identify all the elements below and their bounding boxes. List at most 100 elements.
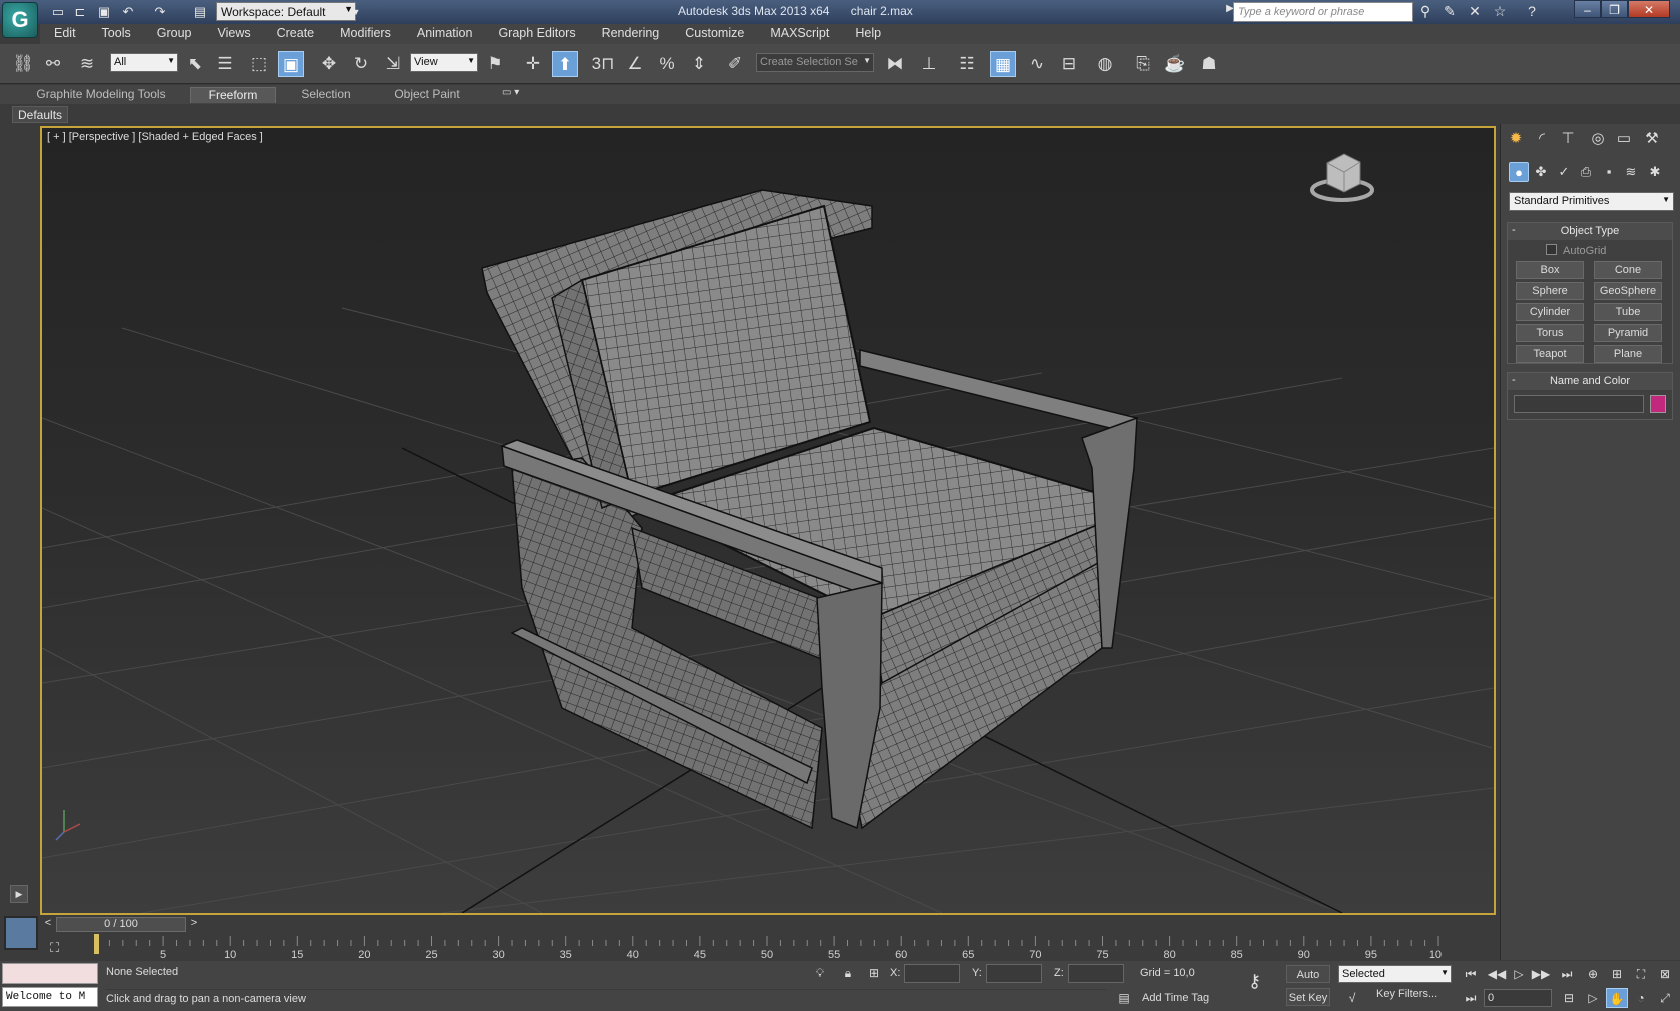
expand-arrow-icon[interactable]: ▶	[10, 885, 28, 903]
menu-modifiers[interactable]: Modifiers	[326, 24, 403, 44]
selection-lock-icon[interactable]: 🔒︎	[840, 966, 856, 982]
play-icon[interactable]: ▷	[1508, 964, 1530, 984]
curve-editor-icon[interactable]: ∿	[1024, 51, 1050, 77]
menu-tools[interactable]: Tools	[88, 24, 143, 44]
orbit-icon[interactable]: ◔	[1630, 988, 1652, 1008]
menu-group[interactable]: Group	[143, 24, 204, 44]
display-tab-icon[interactable]: ▭	[1613, 128, 1635, 150]
cameras-icon[interactable]: ⎙	[1576, 162, 1596, 182]
named-selection-set-dropdown[interactable]: Create Selection Se ▼	[756, 53, 874, 72]
go-to-start-icon[interactable]: ⏮	[1460, 964, 1482, 984]
select-and-rotate-icon[interactable]: ↻	[348, 51, 374, 77]
menu-views[interactable]: Views	[203, 24, 262, 44]
percent-snap-icon[interactable]: %	[654, 51, 680, 77]
defaults-panel-label[interactable]: Defaults	[12, 106, 69, 123]
object-type-header[interactable]: - Object Type	[1508, 223, 1672, 240]
select-by-name-icon[interactable]: ☰	[212, 51, 238, 77]
binoculars-icon[interactable]: ⚲	[1415, 3, 1435, 20]
hierarchy-tab-icon[interactable]: ⊤	[1557, 128, 1579, 150]
object-color-swatch[interactable]	[1650, 395, 1666, 413]
keyboard-shortcut-override-icon[interactable]: ⬆	[552, 51, 578, 77]
tube-button[interactable]: Tube	[1594, 303, 1662, 321]
select-and-move-icon[interactable]: ✥	[316, 51, 342, 77]
menu-maxscript[interactable]: MAXScript	[756, 24, 841, 44]
zoom-extents-icon[interactable]: ⛶	[1630, 964, 1652, 984]
pan-view-icon[interactable]: ✋	[1606, 988, 1628, 1008]
help-icon[interactable]: ?	[1522, 3, 1542, 19]
maxscript-output[interactable]: Welcome to M	[2, 987, 98, 1007]
open-file-icon[interactable]: ⊏	[70, 2, 90, 22]
menu-rendering[interactable]: Rendering	[588, 24, 672, 44]
redo-icon[interactable]: ↷	[150, 2, 170, 22]
maximize-viewport-icon[interactable]: ⤢	[1654, 988, 1676, 1008]
time-slider-thumb[interactable]: 0 / 100	[56, 917, 186, 932]
mini-listener-icon[interactable]	[4, 916, 38, 950]
material-editor-icon[interactable]: ◍	[1092, 51, 1118, 77]
name-and-color-header[interactable]: - Name and Color	[1508, 373, 1672, 390]
menu-graph-editors[interactable]: Graph Editors	[484, 24, 587, 44]
isolate-selection-icon[interactable]: 💡︎	[812, 966, 828, 982]
auto-key-button[interactable]: Auto Key	[1286, 965, 1330, 999]
current-frame-marker[interactable]	[94, 934, 99, 954]
subscription-icon[interactable]: ✎	[1440, 3, 1460, 20]
angle-snap-icon[interactable]: ∠	[622, 51, 648, 77]
set-keys-key-icon[interactable]: ⚷	[1248, 971, 1261, 992]
current-frame-field[interactable]: 0	[1484, 989, 1552, 1007]
shapes-icon[interactable]: ✤	[1531, 162, 1551, 182]
open-mini-curve-editor-icon[interactable]: ⛶	[50, 940, 70, 956]
absolute-mode-icon[interactable]: ⊞	[866, 966, 882, 982]
time-configuration-icon[interactable]: ⊟	[1558, 988, 1580, 1008]
ribbon-options-icon[interactable]: ▭ ▾	[502, 87, 519, 98]
undo-icon[interactable]: ↶	[118, 2, 138, 22]
key-mode-toggle-icon[interactable]: ⏭	[1460, 988, 1482, 1008]
torus-button[interactable]: Torus	[1516, 324, 1584, 342]
geometry-icon[interactable]: ●	[1509, 162, 1529, 182]
render-production-icon[interactable]: ☗	[1196, 51, 1222, 77]
rendered-frame-icon[interactable]: ☕	[1162, 51, 1188, 77]
tab-selection[interactable]: Selection	[290, 87, 362, 103]
edit-named-selection-icon[interactable]: ✐	[722, 51, 748, 77]
workspace-dropdown[interactable]: Workspace: Default ▼	[216, 2, 356, 21]
maxscript-mini-listener[interactable]	[2, 963, 98, 984]
perspective-viewport[interactable]: [ + ] [Perspective ] [Shaded + Edged Fac…	[40, 126, 1496, 915]
next-key-icon[interactable]: ▶▶	[1530, 964, 1552, 984]
geosphere-button[interactable]: GeoSphere	[1594, 282, 1662, 300]
select-and-scale-icon[interactable]: ⇲	[380, 51, 406, 77]
zoom-all-icon[interactable]: ⊞	[1606, 964, 1628, 984]
box-button[interactable]: Box	[1516, 261, 1584, 279]
cylinder-button[interactable]: Cylinder	[1516, 303, 1584, 321]
unlink-icon[interactable]: ⚯	[40, 51, 66, 77]
pyramid-button[interactable]: Pyramid	[1594, 324, 1662, 342]
zoom-icon[interactable]: ⊕	[1582, 964, 1604, 984]
create-tab-icon[interactable]: ✹	[1505, 128, 1527, 150]
previous-frame-icon[interactable]: <	[40, 917, 56, 932]
menu-customize[interactable]: Customize	[671, 24, 756, 44]
menu-help[interactable]: Help	[841, 24, 893, 44]
lights-icon[interactable]: ✓	[1554, 162, 1574, 182]
close-button[interactable]: ✕	[1628, 0, 1670, 18]
cone-button[interactable]: Cone	[1594, 261, 1662, 279]
object-name-input[interactable]	[1514, 395, 1644, 413]
window-crossing-icon[interactable]: ▣	[278, 51, 304, 77]
selection-filter-dropdown[interactable]: All ▼	[110, 53, 178, 72]
menu-animation[interactable]: Animation	[403, 24, 485, 44]
save-file-icon[interactable]: ▣	[94, 2, 114, 22]
field-of-view-icon[interactable]: ▷	[1582, 988, 1604, 1008]
go-to-end-icon[interactable]: ⏭	[1556, 964, 1578, 984]
zoom-extents-all-icon[interactable]: ⊠	[1654, 964, 1676, 984]
render-setup-icon[interactable]: ⎘	[1130, 51, 1156, 77]
maximize-button[interactable]: ❐	[1601, 0, 1628, 18]
x-coordinate-field[interactable]	[904, 964, 960, 983]
teapot-button[interactable]: Teapot	[1516, 345, 1584, 363]
time-tag-icon[interactable]: ▤	[1116, 991, 1132, 1007]
modify-tab-icon[interactable]: ◜	[1531, 128, 1553, 150]
z-coordinate-field[interactable]	[1068, 964, 1124, 983]
y-coordinate-field[interactable]	[986, 964, 1042, 983]
previous-key-icon[interactable]: ◀◀	[1486, 964, 1508, 984]
helpers-icon[interactable]: ▪	[1599, 162, 1619, 182]
spinner-snap-icon[interactable]: ⇕	[686, 51, 712, 77]
schematic-view-icon[interactable]: ⊟	[1056, 51, 1082, 77]
object-category-dropdown[interactable]: Standard Primitives ▼	[1509, 192, 1674, 211]
communication-icon[interactable]: ✕	[1465, 3, 1485, 20]
tab-freeform[interactable]: Freeform	[190, 87, 276, 103]
